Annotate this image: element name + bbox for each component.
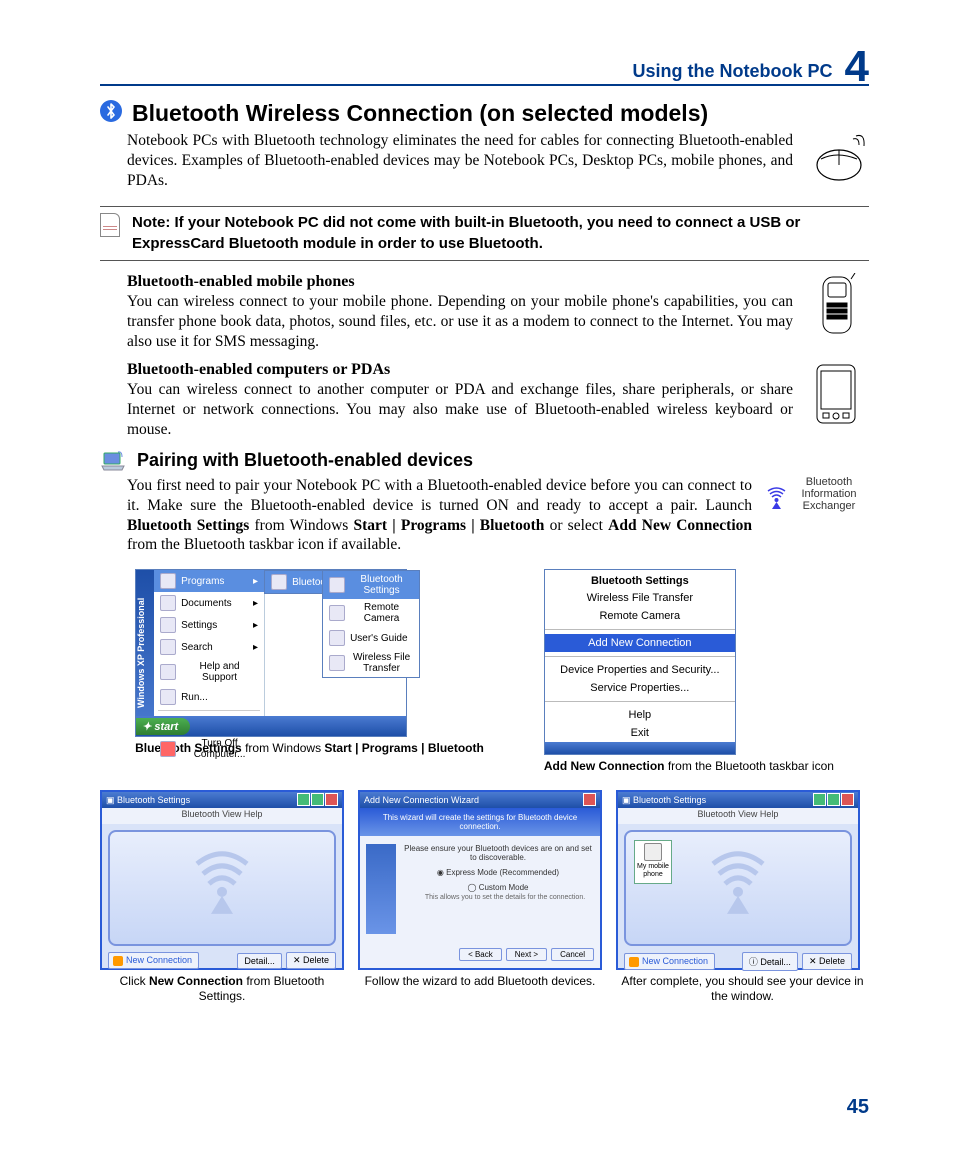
detail-button[interactable]: Detail... bbox=[237, 953, 282, 969]
express-mode-radio[interactable]: Express Mode (Recommended) bbox=[404, 868, 592, 877]
start-menu-bluetooth[interactable]: Bluetooth▸ bbox=[265, 571, 323, 593]
add-new-connection-item[interactable]: Add New Connection bbox=[545, 634, 735, 652]
pda-illustration bbox=[805, 361, 869, 439]
caption-win3: After complete, you should see your devi… bbox=[616, 974, 869, 1004]
pairing-paragraph: You first need to pair your Notebook PC … bbox=[127, 476, 752, 555]
start-menu-bt-settings[interactable]: Bluetooth Settings bbox=[323, 571, 419, 599]
start-menu-programs[interactable]: Programs▸ bbox=[154, 570, 264, 592]
pdas-body: You can wireless connect to another comp… bbox=[127, 380, 793, 439]
delete-button[interactable]: ✕ Delete bbox=[286, 952, 336, 969]
note-icon bbox=[100, 213, 120, 237]
caption-win2: Follow the wizard to add Bluetooth devic… bbox=[358, 974, 602, 989]
add-connection-wizard: Add New Connection Wizard This wizard wi… bbox=[358, 790, 602, 970]
custom-mode-radio[interactable]: Custom Mode bbox=[404, 883, 592, 892]
phone-illustration bbox=[805, 273, 869, 351]
phones-title: Bluetooth-enabled mobile phones bbox=[127, 273, 793, 291]
header-title: Using the Notebook PC bbox=[633, 61, 833, 82]
bluetooth-icon bbox=[100, 100, 122, 122]
paired-device-icon[interactable]: My mobile phone bbox=[634, 840, 672, 884]
caption-context-menu: Add New Connection from the Bluetooth ta… bbox=[544, 759, 834, 774]
mouse-illustration bbox=[805, 131, 869, 190]
start-button[interactable]: ✦ start bbox=[136, 718, 190, 735]
section-heading: Bluetooth Wireless Connection (on select… bbox=[132, 100, 869, 127]
laptop-icon bbox=[100, 450, 127, 474]
chapter-number: 4 bbox=[845, 52, 869, 83]
wizard-cancel-button[interactable]: Cancel bbox=[551, 948, 594, 961]
taskbar-context-menu: Bluetooth Settings Wireless File Transfe… bbox=[544, 569, 736, 755]
bt-settings-window-paired: ▣ Bluetooth Settings Bluetooth View Help… bbox=[616, 790, 860, 970]
note-text: Note: If your Notebook PC did not come w… bbox=[132, 213, 869, 254]
page-number: 45 bbox=[847, 1096, 869, 1119]
phones-body: You can wireless connect to your mobile … bbox=[127, 292, 793, 351]
bt-settings-window-empty: ▣ Bluetooth Settings Bluetooth View Help bbox=[100, 790, 344, 970]
start-menu-screenshot: Windows XP Professional Programs▸ Docume… bbox=[135, 569, 407, 737]
info-exchanger-icon: Bluetooth Information Exchanger bbox=[764, 476, 869, 555]
new-connection-button[interactable]: New Connection bbox=[108, 952, 199, 969]
intro-paragraph: Notebook PCs with Bluetooth technology e… bbox=[127, 131, 793, 190]
caption-win1: Click New Connection from Bluetooth Sett… bbox=[100, 974, 344, 1004]
pdas-title: Bluetooth-enabled computers or PDAs bbox=[127, 361, 793, 379]
wizard-back-button[interactable]: < Back bbox=[459, 948, 502, 961]
wizard-next-button[interactable]: Next > bbox=[506, 948, 547, 961]
pairing-heading: Pairing with Bluetooth-enabled devices bbox=[137, 450, 869, 471]
